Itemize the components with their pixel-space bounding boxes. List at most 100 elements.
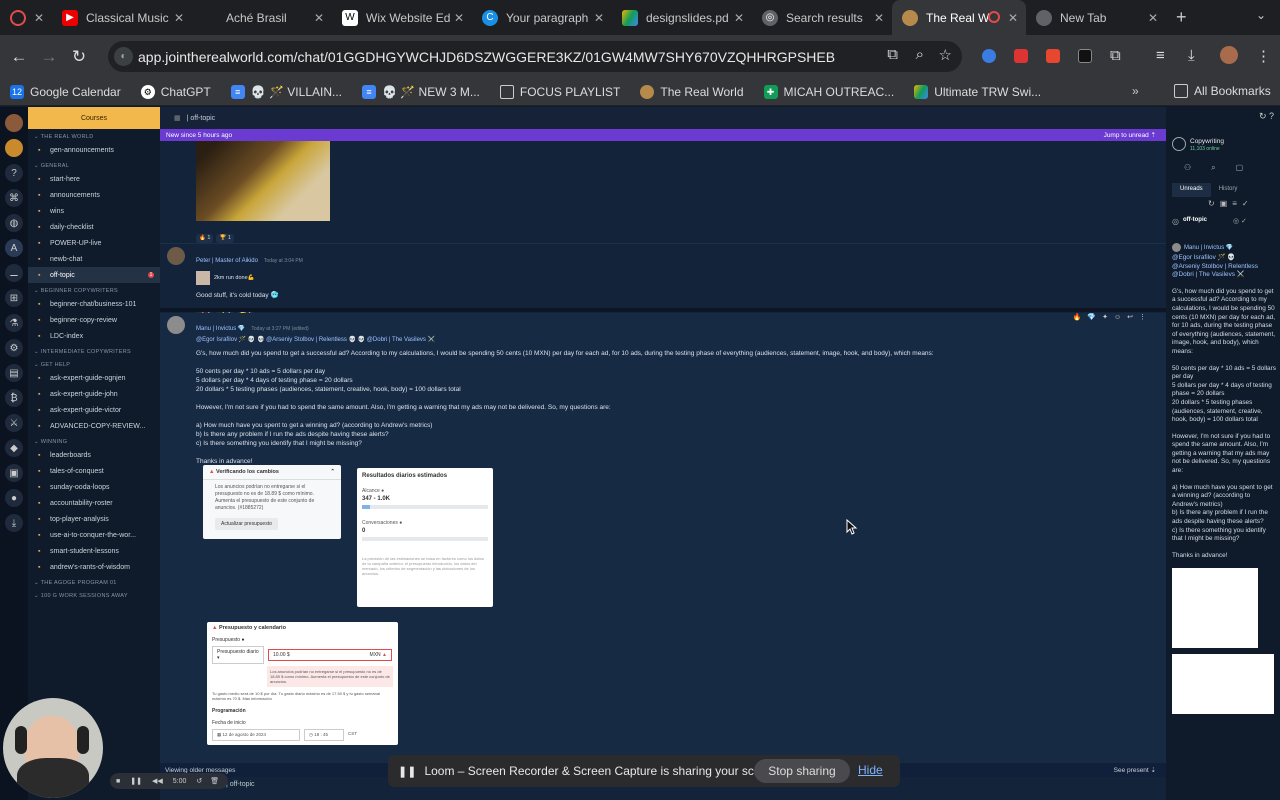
author-name[interactable]: Manu | Invictus 💎 xyxy=(196,326,245,332)
webcam-bubble[interactable] xyxy=(3,698,103,798)
bookmark-focus-playlist[interactable]: FOCUS PLAYLIST xyxy=(499,84,620,99)
extensions-puzzle-icon[interactable]: ⧉ xyxy=(1110,47,1121,64)
see-present-button[interactable]: See present ⇣ xyxy=(1114,766,1156,774)
reaction-fire[interactable]: 🔥 1 xyxy=(196,233,214,243)
hide-button[interactable]: Hide xyxy=(858,763,883,777)
bitcoin-icon[interactable]: ₿ xyxy=(5,389,23,407)
channel-item[interactable]: ▪ beginner-copy-review xyxy=(28,312,160,328)
channel-item[interactable]: ▪ newb-chat xyxy=(28,251,160,267)
back-arrow-icon[interactable]: ← xyxy=(4,47,34,67)
channel-item[interactable]: ▪ top-player-analysis xyxy=(28,511,160,527)
avatar[interactable] xyxy=(167,316,185,334)
author-name[interactable]: Peter | Master of Aikido xyxy=(196,258,258,264)
rewind-icon[interactable]: ◀◀ xyxy=(152,777,163,785)
close-icon[interactable]: ✕ xyxy=(734,11,744,25)
channel-item[interactable]: ▪ use-ai-to-conquer-the-wor... xyxy=(28,527,160,543)
mentions[interactable]: @Egor Israfilov 🪄 💀 💀 @Arseniy Stolbov |… xyxy=(196,336,1096,343)
mark-read-icon[interactable]: ◎ ✓ xyxy=(1233,217,1247,225)
close-icon[interactable]: ✕ xyxy=(314,11,324,25)
cart-icon[interactable]: ⊞ xyxy=(5,289,23,307)
tab-search-chevron-icon[interactable]: ⌄ xyxy=(1256,8,1266,22)
reaction-trophy[interactable]: 🏆 1 xyxy=(216,233,234,243)
stop-record-icon[interactable]: ■ xyxy=(116,778,120,785)
stop-sharing-button[interactable]: Stop sharing xyxy=(754,759,850,783)
tab-history[interactable]: History xyxy=(1211,183,1246,197)
channel-item[interactable]: ▪ POWER-UP-live xyxy=(28,235,160,251)
tab-ache[interactable]: Aché Brasil ✕ xyxy=(192,0,332,35)
channel-item[interactable]: ▪ tales-of-conquest xyxy=(28,463,160,479)
bookmark-star-icon[interactable]: ☆ xyxy=(939,46,952,64)
courses-button[interactable]: Courses xyxy=(28,107,160,129)
message-image[interactable] xyxy=(196,141,330,221)
download-icon[interactable]: ⤓ xyxy=(5,514,23,532)
channel-item[interactable]: ▪ accountability-roster xyxy=(28,495,160,511)
new-tab-button[interactable]: + xyxy=(1176,7,1187,28)
jump-to-unread[interactable]: Jump to unread ⇡ xyxy=(1104,131,1156,139)
ethereum-icon[interactable]: ◆ xyxy=(5,439,23,457)
panel-actions[interactable]: ↻▣≡✓ xyxy=(1208,199,1254,208)
bookmark-the-real-world[interactable]: The Real World xyxy=(640,84,744,99)
channel-category[interactable]: ⌄ BEGINNER COPYWRITERS xyxy=(28,283,160,296)
tab-unreads[interactable]: Unreads xyxy=(1172,183,1211,197)
tab-search[interactable]: ◎ Search results ✕ xyxy=(752,0,892,35)
channel-item[interactable]: ▪ andrew's-rants-of-wisdom xyxy=(28,559,160,575)
site-info-icon[interactable]: ◐ xyxy=(114,47,133,66)
close-icon[interactable]: ✕ xyxy=(874,11,884,25)
channel-item[interactable]: ▪ ask-expert-guide-victor xyxy=(28,402,160,418)
menu-kebab-icon[interactable]: ⋮ xyxy=(1256,47,1271,65)
channel-item[interactable]: ▪ ask-expert-guide-ognjen xyxy=(28,370,160,386)
bookmark-new-3m[interactable]: ≡ 💀 🪄 NEW 3 M... xyxy=(362,84,480,99)
tab-recorder[interactable]: ✕ xyxy=(0,0,52,35)
channel-item[interactable]: ▪ beginner-chat/business-101 xyxy=(28,296,160,312)
panel-nav-icons[interactable]: ⚇⌕▢ xyxy=(1184,163,1263,173)
channel-item[interactable]: ▪ ask-expert-guide-john xyxy=(28,386,160,402)
flask-icon[interactable]: ⚗ xyxy=(5,314,23,332)
attachment-card-estimates[interactable]: Resultados diarios estimados Alcance ● 3… xyxy=(357,468,493,607)
download-icon[interactable]: ⤓ xyxy=(1188,47,1195,64)
reload-icon[interactable]: ↻ xyxy=(64,47,94,67)
tab-new-tab[interactable]: New Tab ✕ xyxy=(1026,0,1166,35)
extension-icon[interactable] xyxy=(1078,49,1092,63)
close-icon[interactable]: ✕ xyxy=(34,11,44,25)
channel-category[interactable]: ⌄ GET HELP xyxy=(28,357,160,370)
trash-icon[interactable]: 🗑 xyxy=(210,777,219,785)
user-avatar[interactable] xyxy=(5,114,23,132)
channel-item[interactable]: ▪ announcements xyxy=(28,187,160,203)
close-icon[interactable]: ✕ xyxy=(594,11,604,25)
bookmark-ultimate-trw[interactable]: Ultimate TRW Swi... xyxy=(914,84,1041,99)
new-messages-bar[interactable]: New since 5 hours ago Jump to unread ⇡ xyxy=(160,129,1166,141)
bookmark-micah[interactable]: ✚ MICAH OUTREAC... xyxy=(763,84,894,99)
open-external-icon[interactable]: ⧉ xyxy=(887,46,898,63)
strategy-icon[interactable]: ⚔ xyxy=(5,414,23,432)
extension-icon[interactable] xyxy=(982,49,996,63)
preview-image[interactable] xyxy=(1172,568,1258,649)
server-icon[interactable] xyxy=(5,139,23,157)
zoom-icon[interactable]: ⌕ xyxy=(916,46,924,63)
chart-bars-icon[interactable]: ▤ xyxy=(5,364,23,382)
channel-item[interactable]: ▪ LDC-index xyxy=(28,328,160,344)
attachment-card-budget[interactable]: ▲ Presupuesto y calendario Presupuesto ●… xyxy=(207,622,398,745)
chart-icon[interactable]: ⌘ xyxy=(5,189,23,207)
extension-icon[interactable] xyxy=(1046,49,1060,63)
profile-avatar[interactable] xyxy=(1220,46,1238,64)
channel-category[interactable]: ⌄ 100 G WORK SESSIONS AWAY xyxy=(28,588,160,601)
close-icon[interactable]: ✕ xyxy=(174,11,184,25)
avatar[interactable] xyxy=(167,247,185,265)
url-bar[interactable]: ◐ app.jointherealworld.com/chat/01GGDHGY… xyxy=(108,41,962,72)
channel-item[interactable]: ▪ start-here xyxy=(28,171,160,187)
tab-drive[interactable]: designslides.pd ✕ xyxy=(612,0,752,35)
preview-image-2[interactable] xyxy=(1172,654,1274,715)
tab-the-real-world[interactable]: The Real W ✕ xyxy=(892,0,1026,35)
circle-icon[interactable]: ● xyxy=(5,489,23,507)
bookmark-google-calendar[interactable]: 12 Google Calendar xyxy=(10,84,121,99)
channel-item[interactable]: ▪ off-topic 1 xyxy=(28,267,160,283)
channel-category[interactable]: ⌄ WINNING xyxy=(28,434,160,447)
media-control-icon[interactable]: ≡ xyxy=(1156,47,1165,64)
pause-icon[interactable]: ❚❚ xyxy=(130,777,142,785)
panel-toolbar-icons[interactable]: ↻ ? xyxy=(1259,111,1274,122)
forward-arrow-icon[interactable]: → xyxy=(34,47,64,67)
message-input[interactable]: | off-topic xyxy=(226,781,255,788)
close-icon[interactable]: ✕ xyxy=(454,11,464,25)
restart-icon[interactable]: ↺ xyxy=(196,777,202,785)
channel-category[interactable]: ⌄ INTERMEDIATE COPYWRITERS xyxy=(28,344,160,357)
